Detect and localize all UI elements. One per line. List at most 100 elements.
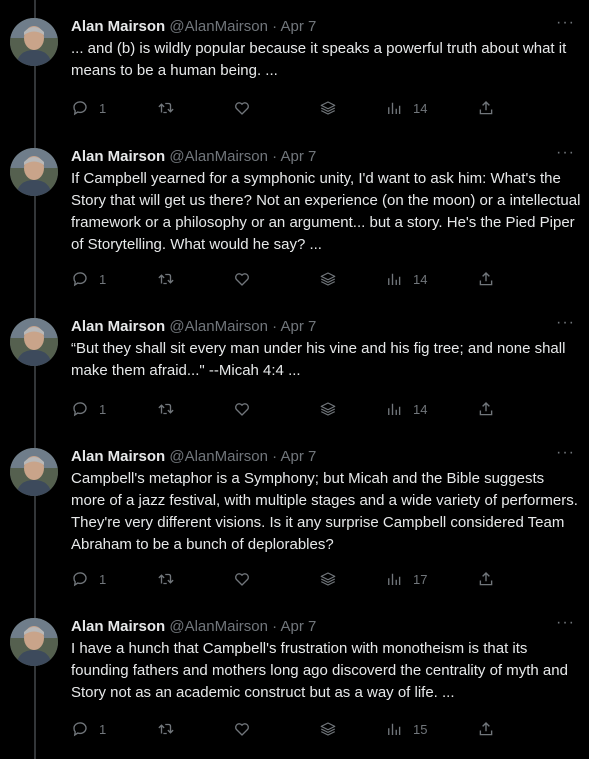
stack-icon	[320, 402, 336, 416]
reply-count: 1	[99, 401, 107, 417]
stack-button[interactable]	[319, 269, 337, 289]
share-icon	[479, 272, 493, 286]
views-button[interactable]: 14	[385, 98, 427, 118]
like-icon	[235, 573, 249, 586]
share-button[interactable]	[477, 569, 495, 589]
reply-icon	[73, 402, 87, 417]
more-options-button[interactable]: ···	[556, 314, 575, 332]
tweet[interactable]: Alan Mairson @AlanMairson · Apr 7 ··· ..…	[0, 0, 589, 130]
views-button[interactable]: 14	[385, 399, 427, 419]
share-button[interactable]	[477, 719, 495, 739]
views-button[interactable]: 17	[385, 569, 427, 589]
reply-button[interactable]: 1	[71, 399, 106, 419]
share-button[interactable]	[477, 269, 495, 289]
avatar[interactable]	[10, 618, 58, 666]
separator-dot: ·	[272, 318, 278, 335]
views-button[interactable]: 14	[385, 269, 427, 289]
author-handle[interactable]: @AlanMairson	[169, 148, 268, 165]
reply-button[interactable]: 1	[71, 98, 106, 118]
stack-button[interactable]	[319, 98, 337, 118]
stack-button[interactable]	[319, 399, 337, 419]
like-button[interactable]	[233, 719, 251, 739]
like-icon	[235, 273, 249, 286]
tweet-time[interactable]: Apr 7	[280, 318, 316, 335]
more-options-button[interactable]: ···	[556, 444, 575, 462]
views-count: 14	[413, 100, 428, 116]
tweet-time[interactable]: Apr 7	[280, 618, 316, 635]
views-icon	[388, 273, 401, 285]
stack-icon	[320, 101, 336, 115]
avatar-photo	[10, 148, 58, 196]
tweet-time[interactable]: Apr 7	[280, 18, 316, 35]
tweet-actions: 1 14	[71, 98, 511, 118]
reply-count: 1	[99, 271, 107, 287]
reply-icon	[73, 272, 87, 287]
reply-button[interactable]: 1	[71, 269, 106, 289]
retweet-button[interactable]	[157, 269, 175, 289]
author-name[interactable]: Alan Mairson	[71, 318, 165, 335]
tweet-header: Alan Mairson @AlanMairson · Apr 7	[71, 447, 316, 467]
tweet-header: Alan Mairson @AlanMairson · Apr 7	[71, 317, 316, 337]
reply-icon	[73, 101, 87, 116]
like-button[interactable]	[233, 399, 251, 419]
author-handle[interactable]: @AlanMairson	[169, 618, 268, 635]
retweet-button[interactable]	[157, 569, 175, 589]
views-icon	[388, 102, 401, 114]
avatar-photo	[10, 618, 58, 666]
like-icon	[235, 723, 249, 736]
stack-button[interactable]	[319, 719, 337, 739]
reply-button[interactable]: 1	[71, 569, 106, 589]
more-options-button[interactable]: ···	[556, 144, 575, 162]
tweet[interactable]: Alan Mairson @AlanMairson · Apr 7 ··· I …	[0, 600, 589, 759]
stack-icon	[320, 722, 336, 736]
like-icon	[235, 403, 249, 416]
retweet-button[interactable]	[157, 399, 175, 419]
author-name[interactable]: Alan Mairson	[71, 18, 165, 35]
share-button[interactable]	[477, 98, 495, 118]
views-button[interactable]: 15	[385, 719, 427, 739]
more-options-button[interactable]: ···	[556, 614, 575, 632]
retweet-button[interactable]	[157, 98, 175, 118]
author-handle[interactable]: @AlanMairson	[169, 18, 268, 35]
share-button[interactable]	[477, 399, 495, 419]
avatar[interactable]	[10, 148, 58, 196]
retweet-icon	[158, 273, 174, 285]
avatar[interactable]	[10, 448, 58, 496]
share-icon	[479, 722, 493, 736]
share-icon	[479, 572, 493, 586]
author-name[interactable]: Alan Mairson	[71, 148, 165, 165]
views-count: 14	[413, 271, 428, 287]
author-handle[interactable]: @AlanMairson	[169, 318, 268, 335]
tweet-actions: 1 15	[71, 719, 511, 739]
reply-icon	[73, 722, 87, 737]
tweet-time[interactable]: Apr 7	[280, 148, 316, 165]
avatar[interactable]	[10, 318, 58, 366]
avatar[interactable]	[10, 18, 58, 66]
author-handle[interactable]: @AlanMairson	[169, 448, 268, 465]
more-options-button[interactable]: ···	[556, 14, 575, 32]
stack-button[interactable]	[319, 569, 337, 589]
tweet[interactable]: Alan Mairson @AlanMairson · Apr 7 ··· Ca…	[0, 430, 589, 600]
tweet-actions: 1 14	[71, 269, 511, 289]
separator-dot: ·	[272, 618, 278, 635]
tweet[interactable]: Alan Mairson @AlanMairson · Apr 7 ··· If…	[0, 130, 589, 300]
reply-count: 1	[99, 100, 107, 116]
like-button[interactable]	[233, 269, 251, 289]
retweet-icon	[158, 403, 174, 415]
tweet[interactable]: Alan Mairson @AlanMairson · Apr 7 ··· “B…	[0, 300, 589, 430]
views-icon	[388, 403, 401, 415]
like-button[interactable]	[233, 569, 251, 589]
tweet-text: If Campbell yearned for a symphonic unit…	[71, 170, 581, 253]
reply-icon	[73, 572, 87, 587]
reply-button[interactable]: 1	[71, 719, 106, 739]
retweet-icon	[158, 723, 174, 735]
tweet-time[interactable]: Apr 7	[280, 448, 316, 465]
retweet-button[interactable]	[157, 719, 175, 739]
retweet-icon	[158, 102, 174, 114]
avatar-photo	[10, 318, 58, 366]
author-name[interactable]: Alan Mairson	[71, 618, 165, 635]
separator-dot: ·	[272, 148, 278, 165]
author-name[interactable]: Alan Mairson	[71, 448, 165, 465]
tweet-text: I have a hunch that Campbell's frustrati…	[71, 640, 568, 701]
like-button[interactable]	[233, 98, 251, 118]
